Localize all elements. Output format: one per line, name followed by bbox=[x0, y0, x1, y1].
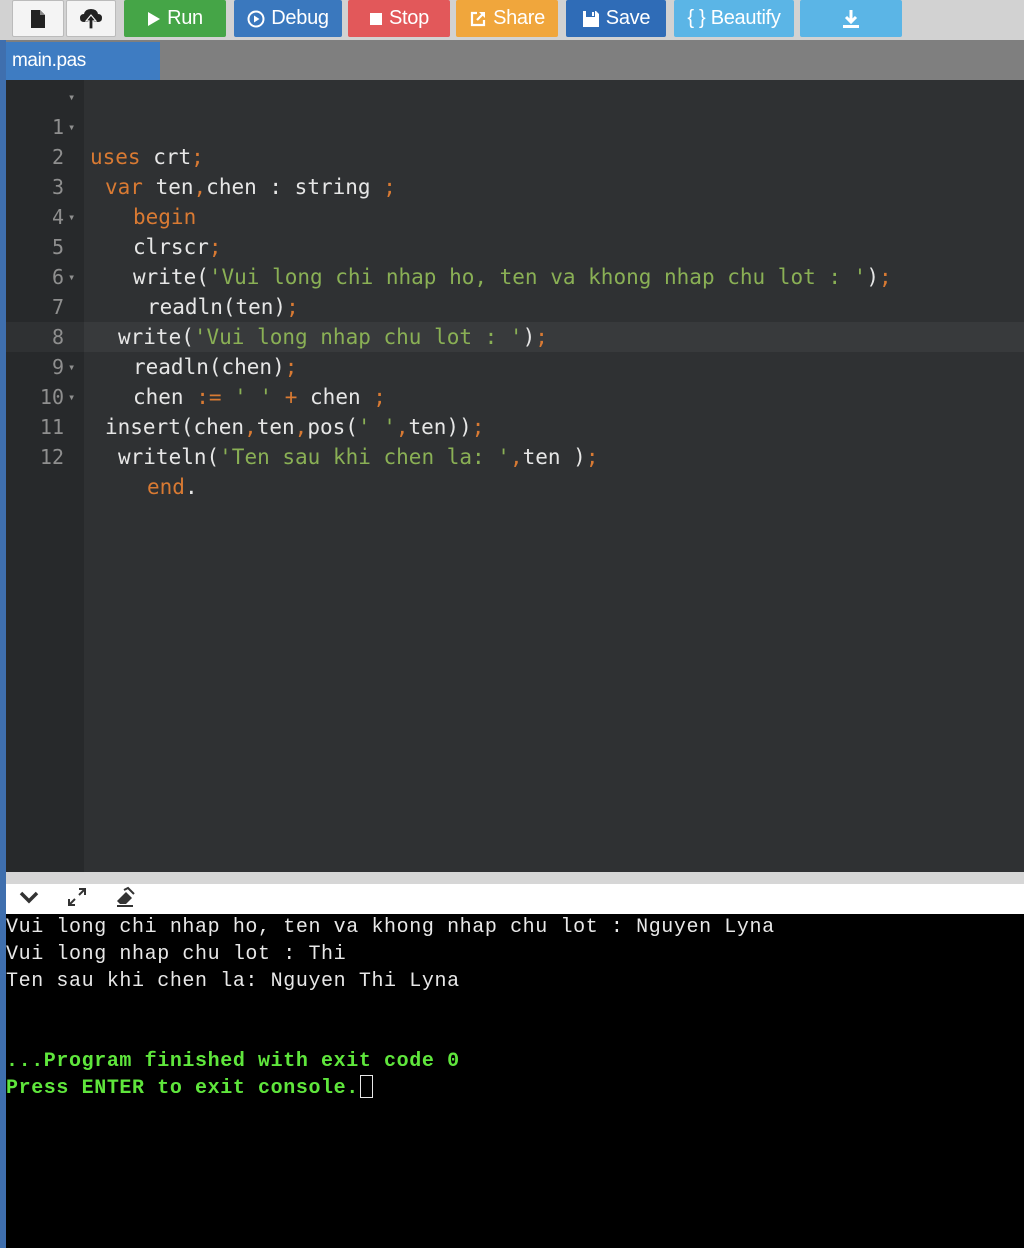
code-text: writeln( bbox=[118, 445, 220, 469]
code-text: ten ) bbox=[522, 445, 586, 469]
punct: , bbox=[509, 445, 523, 469]
expand-icon bbox=[66, 886, 88, 913]
console-line: Vui long nhap chu lot : Thi bbox=[6, 943, 347, 966]
console-output[interactable]: Vui long chi nhap ho, ten va khong nhap … bbox=[6, 914, 1024, 1248]
code-line[interactable]: 5 ▾ write('Vui long chi nhap ho, ten va k… bbox=[6, 202, 1024, 289]
download-icon bbox=[840, 8, 862, 30]
play-icon bbox=[147, 11, 161, 27]
code-line[interactable]: 6 readln(ten); bbox=[6, 232, 1024, 319]
console-toolbar bbox=[6, 884, 1024, 914]
code-line[interactable]: 7 ▾ write('Vui long nhap chu lot : '); bbox=[6, 262, 1024, 349]
toolbar: Run Debug Stop Share Save { } Beautify bbox=[0, 0, 1024, 40]
save-button[interactable]: Save bbox=[566, 0, 666, 37]
tab-main-pas[interactable]: main.pas bbox=[6, 42, 160, 80]
code-line[interactable]: 1 ▾ uses crt; bbox=[6, 82, 1024, 169]
collapse-console-button[interactable] bbox=[18, 888, 40, 910]
debug-label: Debug bbox=[271, 7, 329, 29]
console-line: Vui long chi nhap ho, ten va khong nhap … bbox=[6, 916, 775, 939]
code-editor[interactable]: 1 ▾ uses crt; 2 ▾ var ten,chen : string ; … bbox=[6, 80, 1024, 872]
stop-button[interactable]: Stop bbox=[348, 0, 450, 37]
fold-arrow-icon[interactable]: ▾ bbox=[68, 352, 75, 382]
tab-bar: main.pas bbox=[6, 40, 1024, 80]
debug-icon bbox=[247, 10, 265, 28]
stop-label: Stop bbox=[389, 7, 429, 29]
new-file-button[interactable] bbox=[12, 0, 64, 37]
beautify-label: { } Beautify bbox=[687, 7, 781, 29]
chevron-down-icon bbox=[19, 890, 39, 909]
console-line: Ten sau khi chen la: Nguyen Thi Lyna bbox=[6, 970, 460, 993]
code-line[interactable]: 2 ▾ var ten,chen : string ; bbox=[6, 112, 1024, 199]
fold-arrow-icon[interactable]: ▾ bbox=[68, 112, 75, 142]
new-file-icon bbox=[30, 9, 46, 29]
press-enter-text: Press ENTER to exit console. bbox=[6, 1077, 359, 1100]
fold-arrow-icon[interactable]: ▾ bbox=[68, 382, 75, 412]
share-icon bbox=[469, 10, 487, 28]
code-line[interactable]: 8 readln(chen); bbox=[6, 292, 1024, 379]
fold-arrow-icon[interactable]: ▾ bbox=[68, 202, 75, 232]
upload-button[interactable] bbox=[66, 0, 116, 37]
fold-arrow-icon[interactable]: ▾ bbox=[68, 262, 75, 292]
run-label: Run bbox=[167, 7, 203, 29]
download-button[interactable] bbox=[800, 0, 902, 37]
run-button[interactable]: Run bbox=[124, 0, 226, 37]
stop-icon bbox=[369, 12, 383, 26]
code-line[interactable]: 12 end. bbox=[6, 412, 1024, 499]
code-line[interactable]: 4 clrscr; bbox=[6, 172, 1024, 259]
share-label: Share bbox=[493, 7, 545, 29]
exit-code-message: ...Program finished with exit code 0 bbox=[6, 1050, 460, 1073]
beautify-button[interactable]: { } Beautify bbox=[674, 0, 794, 37]
punct: . bbox=[184, 475, 198, 499]
code-line[interactable]: 10 ▾ insert(chen,ten,pos(' ',ten)); bbox=[6, 352, 1024, 439]
save-icon bbox=[582, 10, 600, 28]
console-resize-bar[interactable] bbox=[6, 872, 1024, 884]
eraser-icon bbox=[114, 886, 136, 913]
press-enter-message: Press ENTER to exit console. bbox=[6, 1075, 373, 1102]
code-line[interactable]: 11 ▾ writeln('Ten sau khi chen la: ',ten … bbox=[6, 382, 1024, 469]
fold-arrow-icon[interactable]: ▾ bbox=[68, 82, 75, 112]
keyword: end bbox=[147, 475, 185, 499]
tab-label: main.pas bbox=[12, 50, 86, 71]
upload-icon bbox=[79, 8, 103, 30]
line-number: 12 bbox=[39, 445, 64, 469]
share-button[interactable]: Share bbox=[456, 0, 558, 37]
code-line[interactable]: 3 begin bbox=[6, 142, 1024, 229]
save-label: Save bbox=[605, 7, 651, 29]
clear-console-button[interactable] bbox=[114, 886, 136, 913]
expand-console-button[interactable] bbox=[66, 886, 88, 913]
punct: ; bbox=[585, 445, 599, 469]
string-literal: 'Ten sau khi chen la: ' bbox=[219, 445, 510, 469]
debug-button[interactable]: Debug bbox=[234, 0, 342, 37]
code-line-active[interactable]: 9 chen := ' ' + chen ; bbox=[6, 322, 1024, 409]
text-cursor bbox=[359, 1075, 373, 1098]
